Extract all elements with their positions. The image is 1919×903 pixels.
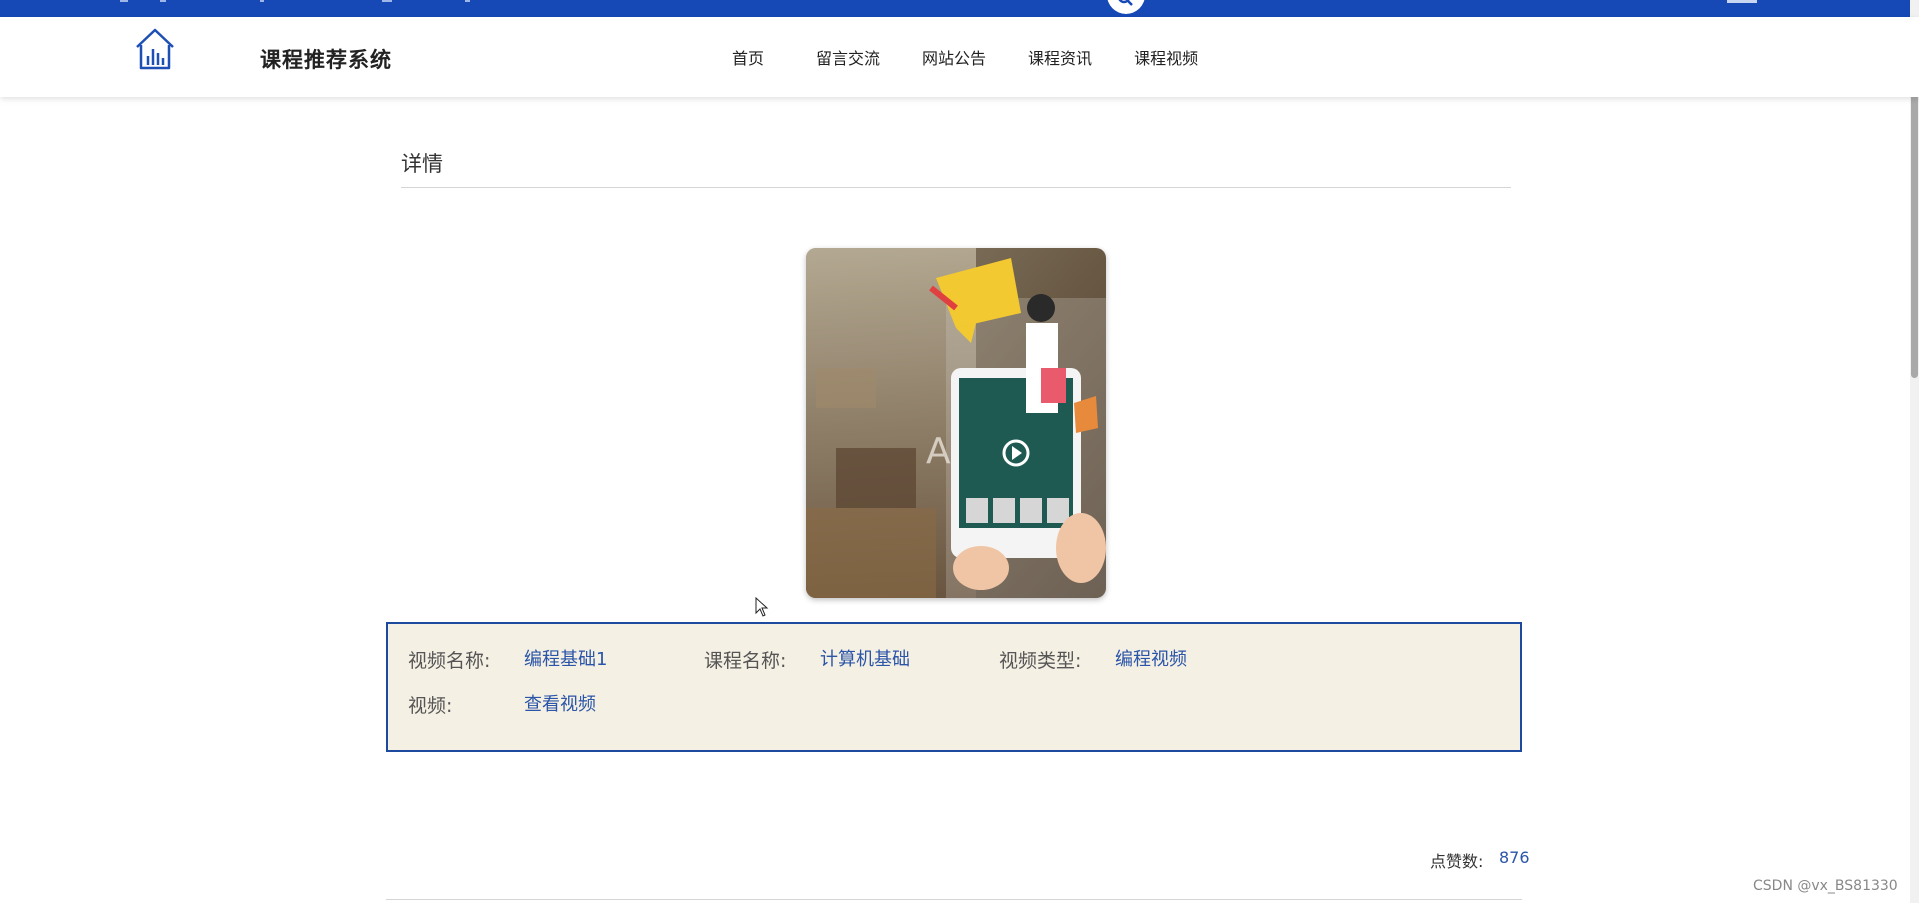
site-header: 课程推荐系统 首页 留言交流 网站公告 课程资讯 课程视频 [0, 17, 1919, 97]
video-type-label: 视频类型: [999, 650, 1082, 672]
search-icon [1118, 0, 1133, 6]
view-video-link[interactable]: 查看视频 [524, 690, 596, 716]
course-name-label: 课程名称: [704, 650, 787, 672]
site-title: 课程推荐系统 [260, 48, 392, 72]
likes-label: 点赞数: [1430, 852, 1484, 871]
video-info-panel: 视频名称: 编程基础1 课程名称: 计算机基础 视频类型: 编程视频 视频: 查… [386, 622, 1522, 752]
section-divider [401, 187, 1511, 188]
video-label: 视频: [408, 695, 453, 717]
info-row: 视频名称: 编程基础1 课程名称: 计算机基础 视频类型: 编程视频 [388, 646, 1520, 676]
cover-illustration: A [806, 248, 1106, 598]
nav-home[interactable]: 首页 [732, 45, 764, 69]
video-type-value: 编程视频 [1115, 649, 1187, 670]
bottom-divider [386, 899, 1522, 900]
top-bar-fragment [260, 0, 264, 2]
nav-messages[interactable]: 留言交流 [816, 45, 880, 69]
mouse-cursor-icon [755, 597, 769, 617]
top-bar-fragment [120, 0, 128, 2]
likes-count: 876 [1499, 848, 1530, 867]
info-row: 视频: 查看视频 [388, 691, 1520, 721]
search-button[interactable] [1107, 0, 1145, 14]
nav-course-videos[interactable]: 课程视频 [1134, 45, 1198, 69]
top-bar-fragment [160, 0, 166, 2]
top-bar-fragment [465, 0, 470, 2]
top-bar-fragment [382, 0, 392, 2]
nav-announcements[interactable]: 网站公告 [922, 45, 986, 69]
nav-course-news[interactable]: 课程资讯 [1028, 45, 1092, 69]
video-cover-image: A [806, 248, 1106, 598]
section-title: 详情 [401, 152, 443, 176]
top-bar [0, 0, 1919, 17]
user-menu-fragment[interactable] [1727, 0, 1757, 3]
main-nav: 首页 留言交流 网站公告 课程资讯 课程视频 [700, 45, 1198, 69]
course-name-value: 计算机基础 [820, 649, 910, 670]
home-chart-icon[interactable] [134, 27, 176, 71]
video-name-label: 视频名称: [408, 650, 491, 672]
svg-text:A: A [926, 431, 951, 472]
watermark: CSDN @vx_BS81330 [1753, 878, 1898, 894]
video-name-value: 编程基础1 [524, 649, 608, 670]
page-root: 课程推荐系统 首页 留言交流 网站公告 课程资讯 课程视频 详情 A 视频名称:… [0, 0, 1919, 903]
